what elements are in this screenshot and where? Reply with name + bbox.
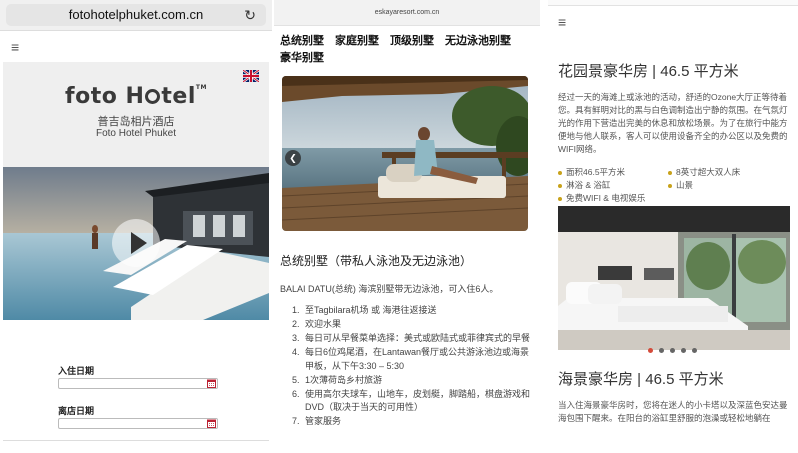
browser-address-bar: eskayaresort.com.cn — [274, 0, 540, 26]
tab-premier-villa[interactable]: 顶级别墅 — [390, 33, 434, 50]
villa-amenity-list: 1. 至Tagbilara机场 或 海港往返接送 2. 欢迎水果 3. 每日可从早餐菜… — [292, 304, 536, 429]
slider-pagination — [648, 340, 703, 353]
tab-presidential-villa[interactable]: 总统别墅 — [280, 33, 324, 50]
checkin-label: 入住日期 — [58, 366, 95, 376]
list-item-text: 至Tagbilara机场 或 海港往返接送 — [305, 305, 437, 315]
reload-icon[interactable]: ↻ — [244, 7, 256, 24]
logo-text-end: tel — [161, 84, 196, 109]
url-text[interactable]: eskayaresort.com.cn — [274, 9, 540, 16]
feature-text: 山景 — [676, 180, 694, 190]
top-divider — [548, 0, 798, 6]
list-item: 4. 每日6位鸡尾酒，在Lantawan餐厅或公共游泳池边或海景甲板，从下午3:3… — [292, 347, 530, 371]
list-item-text: 管家服务 — [305, 416, 342, 426]
room-title-garden-view: 花园景豪华房 | 46.5 平方米 — [558, 63, 739, 80]
hamburger-menu-icon[interactable]: ≡ — [11, 40, 19, 54]
list-item-text: 欢迎水果 — [305, 319, 342, 329]
bullet-icon — [558, 171, 562, 175]
foto-hotel-logo[interactable]: foto H telTM — [3, 84, 269, 109]
list-item: 1. 至Tagbilara机场 或 海港往返接送 — [292, 305, 437, 315]
list-item-text: 1次薄荷岛乡村旅游 — [305, 374, 383, 385]
list-item-text: 使用高尔夫球车，山地车，皮划艇，脚踏船，棋盘游戏和DVD（取决于当天的可用性） — [305, 388, 531, 413]
feature-text: 面积46.5平方米 — [566, 167, 626, 177]
tab-infinity-pool-villa[interactable]: 无边泳池别墅 — [445, 33, 511, 50]
bullet-icon — [668, 184, 672, 188]
feature-item: 淋浴 & 浴缸 — [558, 179, 610, 192]
feature-text: 8英寸超大双人床 — [676, 167, 741, 177]
checkout-label: 离店日期 — [58, 406, 95, 416]
list-item-text: 每日可从早餐菜单选择：美式或欧陆式或菲律宾式的早餐 — [305, 333, 531, 343]
logo-text-start: foto H — [65, 84, 145, 109]
logo-trademark: TM — [195, 84, 207, 91]
room-description: 当入住海景豪华房时，您将在迷人的小卡塔以及深蓝色安达曼海包围下醒来。在阳台的浴缸… — [558, 400, 788, 423]
hotel-name-chinese: 普吉岛相片酒店 — [97, 116, 175, 128]
divider — [3, 440, 269, 441]
tab-family-villa[interactable]: 家庭别墅 — [335, 33, 379, 50]
villa-type-tabs: 总统别墅 家庭别墅 顶级别墅 无边泳池别墅豪华别墅 — [280, 33, 534, 67]
feature-item: 8英寸超大双人床 — [668, 166, 740, 179]
villa-photo-slider[interactable] — [282, 76, 528, 231]
hotel-name-english: Foto Hotel Phuket — [95, 128, 177, 139]
feature-text: 免费WIFI & 电视娱乐 — [566, 193, 646, 203]
bullet-icon — [558, 197, 562, 201]
browser-address-bar: fotohotelphuket.com.cn ↻ — [0, 0, 272, 31]
tab-deluxe-villa[interactable]: 豪华别墅 — [280, 50, 324, 67]
villa-section-title: 总统别墅（带私人泳池及无边泳池） — [280, 254, 473, 268]
header-logo-area: foto H telTM 普吉岛相片酒店 Foto Hotel Phuket — [3, 62, 269, 167]
feature-item: 山景 — [668, 179, 693, 192]
slider-dot[interactable] — [659, 348, 664, 353]
list-item: 7. 管家服务 — [292, 416, 342, 426]
slider-prev-arrow[interactable]: ❮ — [285, 150, 301, 166]
hamburger-menu-icon[interactable]: ≡ — [558, 15, 566, 29]
checkout-date-field[interactable] — [58, 418, 218, 429]
villa-intro-text: BALAI DATU(总统) 海滨别墅带无边泳池，可入住6人。 — [280, 284, 499, 294]
foto-hotel-panel: fotohotelphuket.com.cn ↻ ≡ foto H telTM 普… — [0, 0, 272, 453]
room-title-sea-view: 海景豪华房 | 46.5 平方米 — [558, 371, 724, 388]
feature-item: 免费WIFI & 电视娱乐 — [558, 192, 645, 205]
url-text: fotohotelphuket.com.cn — [68, 7, 204, 22]
uk-flag-icon[interactable] — [243, 70, 259, 82]
slider-dot[interactable] — [648, 348, 653, 353]
calendar-icon[interactable] — [207, 419, 216, 428]
url-field[interactable]: fotohotelphuket.com.cn ↻ — [6, 4, 266, 26]
bullet-icon — [558, 184, 562, 188]
slider-dot[interactable] — [692, 348, 697, 353]
video-play-button[interactable] — [112, 219, 160, 267]
list-item: 2. 欢迎水果 — [292, 319, 342, 329]
feature-item: 面积46.5平方米 — [558, 166, 625, 179]
checkin-date-field[interactable] — [58, 378, 218, 389]
slider-dot[interactable] — [670, 348, 675, 353]
logo-o-ring — [145, 89, 161, 104]
feature-text: 淋浴 & 浴缸 — [566, 180, 611, 190]
room-details-panel: ≡ 花园景豪华房 | 46.5 平方米 经过一天的海滩上或泳池的活动，舒适的Oz… — [548, 0, 798, 453]
play-icon — [131, 232, 147, 254]
room-description: 经过一天的海滩上或泳池的活动，舒适的Ozone大厅正等待着您。具有鲜明对比的黑与… — [558, 92, 788, 154]
list-item: 5. 1次薄荷岛乡村旅游 — [292, 374, 383, 385]
calendar-icon[interactable] — [207, 379, 216, 388]
list-item: 6. 使用高尔夫球车，山地车，皮划艇，脚踏船，棋盘游戏和DVD（取决于当天的可用性… — [292, 388, 531, 413]
list-item: 3. 每日可从早餐菜单选择：美式或欧陆式或菲律宾式的早餐 — [292, 333, 531, 343]
eskaya-resort-panel: eskayaresort.com.cn 总统别墅 家庭别墅 顶级别墅 无边泳池别墅豪华… — [274, 0, 540, 453]
bullet-icon — [668, 171, 672, 175]
slider-dot[interactable] — [681, 348, 686, 353]
list-item-text: 每日6位鸡尾酒，在Lantawan餐厅或公共游泳池边或海景甲板，从下午3:30 … — [305, 347, 530, 371]
room-photo-slider[interactable] — [558, 206, 790, 350]
